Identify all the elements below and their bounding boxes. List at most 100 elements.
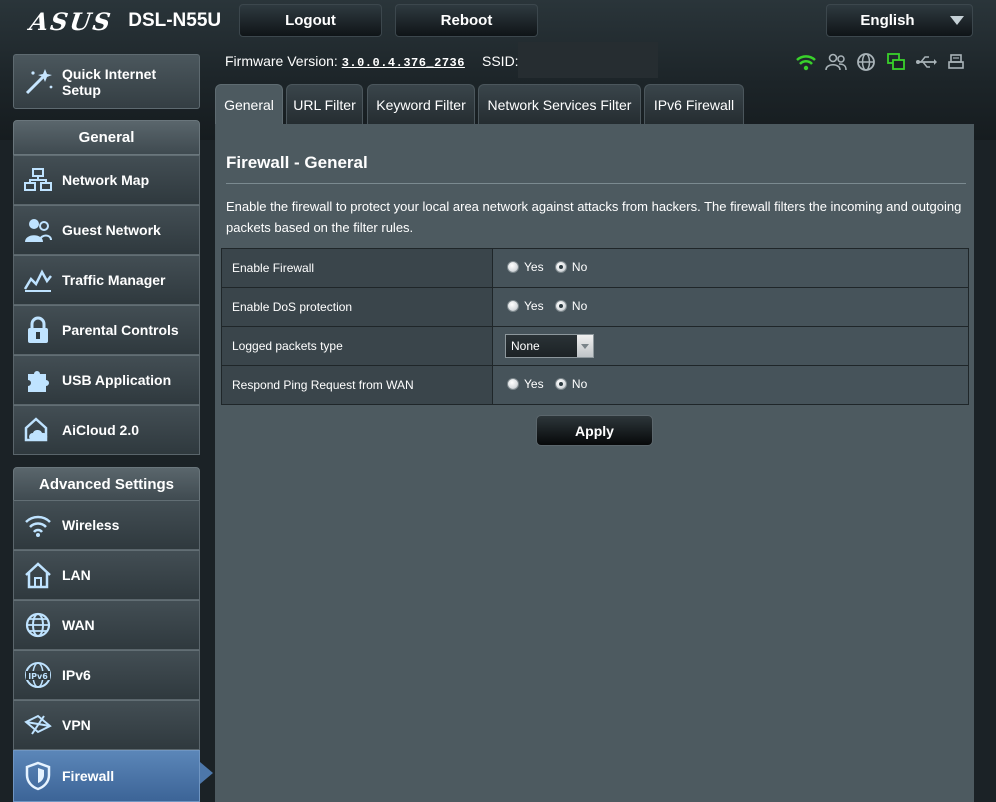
firmware-info: Firmware Version: 3.0.0.4.376_2736 <box>225 53 465 70</box>
quick-internet-setup-label: Quick Internet Setup <box>62 65 157 98</box>
traffic-manager-icon <box>14 255 62 305</box>
table-row: Enable DoS protection Yes No <box>221 287 969 327</box>
clients-icon[interactable] <box>824 50 847 73</box>
tab-keyword-filter[interactable]: Keyword Filter <box>367 84 475 124</box>
guest-network-icon <box>14 205 62 255</box>
radio-button[interactable] <box>507 300 519 312</box>
globe-icon <box>14 600 62 650</box>
sidebar-item-label: WAN <box>62 617 95 633</box>
sidebar-item-guest-network[interactable]: Guest Network <box>13 205 200 255</box>
radio-button[interactable] <box>507 378 519 390</box>
content-panel: Firewall - General Enable the firewall t… <box>215 124 974 802</box>
table-row: Logged packets type None <box>221 326 969 366</box>
sidebar-item-ipv6[interactable]: IPv6 IPv6 <box>13 650 200 700</box>
dos-protection-radio-group: Yes No <box>492 287 969 327</box>
sidebar-item-label: IPv6 <box>62 667 91 683</box>
ssid-label: SSID: <box>482 53 519 69</box>
model-name: DSL-N55U <box>128 10 222 31</box>
radio-button[interactable] <box>554 378 567 390</box>
table-row: Enable Firewall Yes No <box>221 248 969 288</box>
puzzle-icon <box>14 355 62 405</box>
firewall-settings-table: Enable Firewall Yes No Enable DoS protec… <box>221 248 969 405</box>
sidebar-item-usb-application[interactable]: USB Application <box>13 355 200 405</box>
title-divider <box>226 183 966 184</box>
sidebar-item-label: Firewall <box>62 768 115 784</box>
wireless-icon <box>14 500 62 550</box>
sidebar-item-aicloud[interactable]: AiCloud 2.0 <box>13 405 200 455</box>
quick-internet-setup-button[interactable]: Quick Internet Setup <box>13 54 200 109</box>
sidebar-item-wireless[interactable]: Wireless <box>13 500 200 550</box>
language-select[interactable]: English <box>826 4 973 37</box>
tab-network-services-filter[interactable]: Network Services Filter <box>478 84 641 124</box>
language-label: English <box>860 12 915 29</box>
radio-button[interactable] <box>554 261 567 273</box>
enable-firewall-radio-group: Yes No <box>492 248 969 288</box>
advanced-settings-heading: Advanced Settings <box>13 467 200 502</box>
sidebar-item-label: Wireless <box>62 517 120 533</box>
radio-label: No <box>571 377 588 391</box>
sidebar-item-label: USB Application <box>62 372 172 388</box>
sidebar-item-label: Traffic Manager <box>62 272 166 288</box>
enable-firewall-yes-radio[interactable]: Yes <box>507 260 544 274</box>
ipv6-icon: IPv6 <box>14 650 62 700</box>
sidebar-item-lan[interactable]: LAN <box>13 550 200 600</box>
ssid-value <box>518 42 658 78</box>
apply-button[interactable]: Apply <box>536 415 653 446</box>
wifi-icon[interactable] <box>794 50 817 73</box>
radio-button[interactable] <box>554 300 567 312</box>
internet-globe-icon[interactable] <box>854 50 877 73</box>
shield-icon <box>14 751 62 801</box>
radio-button[interactable] <box>507 261 519 273</box>
sidebar-item-wan[interactable]: WAN <box>13 600 200 650</box>
radio-label: Yes <box>524 260 544 274</box>
tab-general[interactable]: General <box>215 84 283 124</box>
tab-ipv6-firewall[interactable]: IPv6 Firewall <box>644 84 744 124</box>
magic-wand-icon <box>14 65 62 99</box>
dos-protection-no-radio[interactable]: No <box>554 299 587 313</box>
row-label: Enable Firewall <box>221 248 493 288</box>
enable-firewall-no-radio[interactable]: No <box>554 260 588 274</box>
reboot-button[interactable]: Reboot <box>395 4 538 37</box>
ping-wan-radio-group: Yes No <box>492 365 969 405</box>
page-title: Firewall - General <box>226 153 368 172</box>
house-icon <box>14 550 62 600</box>
vpn-icon <box>14 700 62 750</box>
sidebar-item-vpn[interactable]: VPN <box>13 700 200 750</box>
firmware-version-link[interactable]: 3.0.0.4.376_2736 <box>342 56 465 70</box>
chevron-down-icon <box>950 16 964 25</box>
firmware-label: Firmware Version: <box>225 53 338 69</box>
brand-logo: ASUS <box>27 6 115 36</box>
usb-icon[interactable] <box>914 50 937 73</box>
sidebar-item-label: Guest Network <box>62 222 161 238</box>
radio-label: Yes <box>524 299 544 313</box>
radio-label: Yes <box>524 377 544 391</box>
cloud-icon <box>14 405 62 455</box>
sidebar-item-firewall[interactable]: Firewall <box>13 750 200 802</box>
logged-packets-cell: None <box>492 326 969 366</box>
sidebar-item-label: Network Map <box>62 172 150 188</box>
logout-button[interactable]: Logout <box>239 4 382 37</box>
network-map-icon <box>14 155 62 205</box>
logged-packets-select[interactable]: None <box>505 334 594 358</box>
ping-wan-no-radio[interactable]: No <box>554 377 588 391</box>
radio-label: No <box>571 260 588 274</box>
printer-icon[interactable] <box>944 50 967 73</box>
sidebar-item-traffic-manager[interactable]: Traffic Manager <box>13 255 200 305</box>
status-icons <box>794 50 967 73</box>
dos-protection-yes-radio[interactable]: Yes <box>507 299 544 313</box>
table-row: Respond Ping Request from WAN Yes No <box>221 365 969 405</box>
ping-wan-yes-radio[interactable]: Yes <box>507 377 544 391</box>
network-status-icon[interactable] <box>884 50 907 73</box>
tab-url-filter[interactable]: URL Filter <box>286 84 363 124</box>
chevron-down-icon[interactable] <box>577 335 593 357</box>
sidebar-item-label: VPN <box>62 717 91 733</box>
logo: ASUS DSL-N55U <box>27 6 222 36</box>
parental-lock-icon <box>14 305 62 355</box>
sidebar-item-label: AiCloud 2.0 <box>62 422 140 438</box>
row-label: Enable DoS protection <box>221 287 493 327</box>
select-value: None <box>511 339 540 353</box>
sidebar-item-network-map[interactable]: Network Map <box>13 155 200 205</box>
sidebar-item-parental-controls[interactable]: Parental Controls <box>13 305 200 355</box>
row-label: Logged packets type <box>221 326 493 366</box>
sidebar-item-label: LAN <box>62 567 91 583</box>
